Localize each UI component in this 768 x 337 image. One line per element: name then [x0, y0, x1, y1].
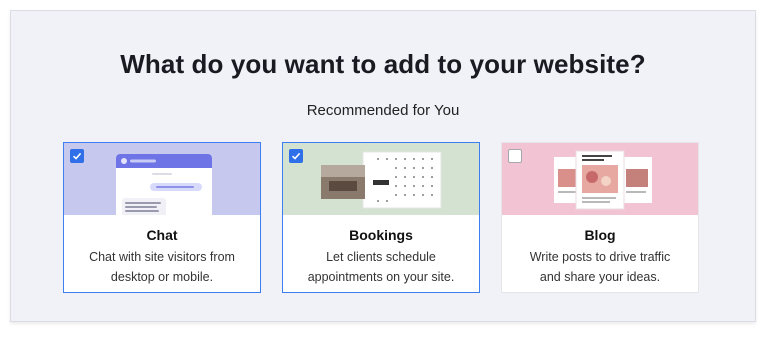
chat-card-title: Chat: [146, 227, 178, 243]
section-subtitle: Recommended for You: [306, 102, 460, 119]
bookings-checkbox[interactable]: [289, 149, 303, 163]
checkmark-icon: [72, 152, 82, 160]
blog-option-card[interactable]: Blog Write posts to drive traffic and sh…: [501, 142, 699, 293]
blog-card-title: Blog: [584, 227, 616, 243]
bookings-description-line-2: appointments on your site.: [307, 270, 455, 284]
chat-checkbox[interactable]: [70, 149, 84, 163]
bookings-option-card[interactable]: Bookings Let clients schedule appointmen…: [282, 142, 480, 293]
blog-preview-image: [502, 143, 698, 215]
chat-description-line-1: Chat with site visitors from: [89, 250, 235, 264]
add-to-website-panel: What do you want to add to your website?…: [10, 10, 756, 322]
chat-card-description: Chat with site visitors from desktop or …: [72, 247, 252, 287]
bookings-description-line-1: Let clients schedule: [326, 250, 436, 264]
chat-option-card[interactable]: Chat Chat with site visitors from deskto…: [63, 142, 261, 293]
chat-description-line-2: desktop or mobile.: [110, 270, 214, 284]
blog-description-line-1: Write posts to drive traffic: [529, 250, 671, 264]
blog-checkbox[interactable]: [508, 149, 522, 163]
bookings-preview-image: [283, 143, 479, 215]
checkmark-icon: [291, 152, 301, 160]
blog-card-description: Write posts to drive traffic and share y…: [510, 247, 690, 287]
chat-preview-image: [64, 143, 260, 215]
bookings-card-title: Bookings: [349, 227, 413, 243]
bookings-card-description: Let clients schedule appointments on you…: [291, 247, 471, 287]
blog-description-line-2: and share your ideas.: [539, 270, 661, 284]
page-title: What do you want to add to your website?: [120, 49, 646, 79]
